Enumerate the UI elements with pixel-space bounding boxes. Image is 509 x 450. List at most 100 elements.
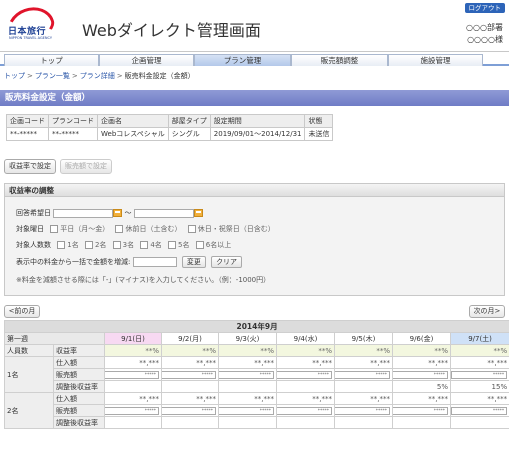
change-button[interactable]: 変更 [181,256,206,268]
row-label: 調整後収益率 [53,380,105,393]
column-header: 状態 [304,114,334,128]
holiday-checkbox[interactable] [187,225,196,233]
department-name: ○○○部署 [466,23,503,32]
adjusted-rate-cell [334,416,393,429]
adjusted-rate-cell [218,416,277,429]
price-cell: ***** [218,368,277,381]
user-info: ○○○部署 ○○○○様 [466,22,503,46]
profit-rate-cell: **% [276,344,335,357]
price-cell: ***** [449,404,509,417]
price-input[interactable]: ***** [393,407,448,415]
table-cell: 未送信 [304,127,334,141]
person-count-cell: 2名 [4,392,54,429]
adjusted-rate-cell [334,380,393,393]
next-month-button[interactable]: 次の月> [469,305,505,318]
adjusted-rate-cell [161,380,219,393]
profit-rate-cell: **% [392,344,451,357]
minus-note: ※料金を減額させる際には「-」(マイナス)を入力してください。（例：-1000円… [16,276,271,284]
person-checkbox[interactable] [140,241,149,249]
tab-project-management[interactable]: 企画管理 [99,54,194,66]
price-cell: ***** [218,404,277,417]
bulk-adjust-row: 表示中の料金から一括で金額を増減: 変更 クリア [16,256,243,268]
cost-cell: **,*** [104,392,162,405]
price-input[interactable]: ***** [219,371,274,379]
period-end-input[interactable] [133,208,194,218]
adjusted-rate-cell: 5% [392,380,451,393]
price-input[interactable]: ***** [277,371,332,379]
price-cell: ***** [161,404,219,417]
profit-rate-cell: **% [334,344,393,357]
table-cell: **-***** [6,127,49,141]
person-checkbox[interactable] [112,241,121,249]
clear-button[interactable]: クリア [211,256,243,268]
adjusted-rate-cell [449,416,509,429]
person-option-label: 3名 [122,241,135,249]
price-input[interactable]: ***** [277,407,332,415]
day-header: 9/1(日) [104,332,162,345]
user-name: ○○○○様 [467,35,503,44]
plan-info-table: 企画コード プランコード 企画名 部屋タイプ 設定期間 状態 **-***** … [6,114,334,141]
table-cell: 2019/09/01〜2014/12/31 [209,127,306,141]
breadcrumb-plan-list[interactable]: プラン一覧 [35,72,70,80]
tab-facility-management[interactable]: 施設管理 [388,54,483,66]
price-cell: ***** [334,368,393,381]
table-cell: シングル [167,127,211,141]
profit-rate-cell: **% [449,344,509,357]
table-header-row: 企画コード プランコード 企画名 部屋タイプ 設定期間 状態 [6,114,334,128]
person-checkbox[interactable] [84,241,93,249]
calendar-icon[interactable] [113,209,123,217]
tab-price-adjustment[interactable]: 販売額調整 [291,54,388,66]
person-checkbox[interactable] [195,241,204,249]
weekday-option-label: 休日・祝祭日（日含む） [197,225,275,233]
weekday-label: 対象曜日 [16,225,44,233]
price-input[interactable]: ***** [219,407,274,415]
column-header: 設定期間 [209,114,306,128]
column-header: 部屋タイプ [167,114,211,128]
price-input[interactable]: ***** [335,407,390,415]
logout-button[interactable]: ログアウト [464,3,505,13]
price-input[interactable]: ***** [335,371,390,379]
price-input[interactable]: ***** [451,407,508,415]
header: 日本旅行 NIPPON TRAVEL AGENCY Webダイレクト管理画面 ロ… [0,0,509,52]
calendar-icon[interactable] [193,209,203,217]
price-cell: ***** [104,368,162,381]
tab-plan-management[interactable]: プラン管理 [194,54,291,66]
table-row: 調整後収益率 5% 15% [5,380,509,393]
person-checkbox[interactable] [168,241,177,249]
bulk-adjust-label: 表示中の料金から一括で金額を増減: [16,258,131,266]
holiday-eve-checkbox[interactable] [115,225,124,233]
person-checkbox[interactable] [57,241,66,249]
breadcrumb-top[interactable]: トップ [4,72,25,80]
adjusted-rate-cell [104,416,162,429]
period-row: 回答希望日 〜 [16,208,203,218]
price-input[interactable]: ***** [451,371,508,379]
persons-label: 対象人数数 [16,241,51,249]
cost-cell: **,*** [334,392,393,405]
table-row: 販売額 ***** ***** ***** ***** ***** ***** … [5,404,509,417]
breadcrumb-plan-detail[interactable]: プラン詳細 [80,72,115,80]
price-input[interactable]: ***** [105,371,159,379]
tab-top[interactable]: トップ [4,54,99,66]
price-cell: ***** [449,368,509,381]
profit-rate-cell: **% [218,344,277,357]
adjusted-rate-cell [104,380,162,393]
price-input[interactable]: ***** [162,371,216,379]
row-label: 販売額 [53,368,105,381]
cost-cell: **,*** [276,392,335,405]
weekday-checkbox[interactable] [50,225,59,233]
person-option-label: 5名 [178,241,190,249]
month-row: 2014年9月 [3,320,509,333]
breadcrumb-separator: > [116,72,123,80]
prev-month-button[interactable]: <前の月 [4,305,40,318]
period-separator: 〜 [124,209,132,217]
price-input[interactable]: ***** [105,407,159,415]
cost-cell: **,*** [104,356,162,369]
price-input[interactable]: ***** [393,371,448,379]
amount-setting-button[interactable]: 販売額で設定 [60,159,112,174]
profit-setting-button[interactable]: 収益率で設定 [4,159,56,174]
price-input[interactable]: ***** [162,407,216,415]
bulk-amount-input[interactable] [132,257,177,267]
company-logo[interactable]: 日本旅行 NIPPON TRAVEL AGENCY [1,0,59,50]
cost-cell: **,*** [334,356,393,369]
period-start-input[interactable] [53,208,114,218]
